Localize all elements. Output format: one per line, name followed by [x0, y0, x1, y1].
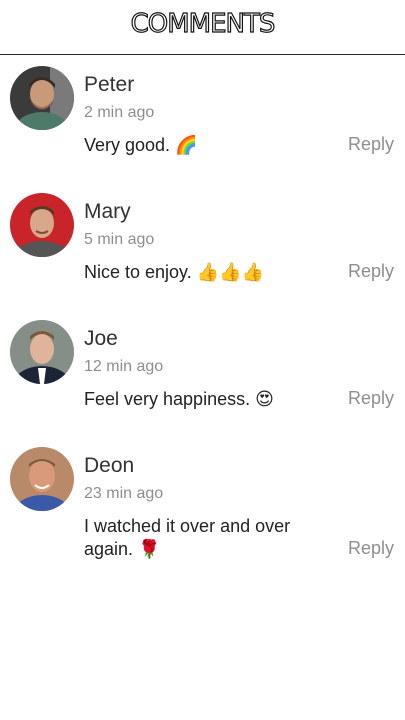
comment-text-content: Feel very happiness.	[84, 389, 251, 409]
comment-text: Feel very happiness. 😍	[84, 388, 324, 411]
comment-time: 12 min ago	[84, 358, 164, 375]
thumbs-up-emoji: 👍👍👍	[196, 262, 264, 283]
comment-time: 23 min ago	[84, 485, 164, 502]
reply-button[interactable]: Reply	[348, 134, 394, 155]
comment-text-content: Very good.	[84, 135, 171, 155]
avatar[interactable]	[10, 66, 74, 130]
reply-button[interactable]: Reply	[348, 538, 394, 559]
header-bar: COMMENTS	[0, 0, 405, 55]
comment-author: Peter	[84, 73, 135, 96]
heart-eyes-emoji: 😍	[255, 389, 274, 410]
comment-time: 5 min ago	[84, 231, 155, 248]
rainbow-emoji: 🌈	[175, 135, 198, 156]
rose-emoji: 🌹	[138, 539, 161, 560]
reply-button[interactable]: Reply	[348, 388, 394, 409]
comment-text: Very good. 🌈	[84, 134, 324, 157]
reply-button[interactable]: Reply	[348, 261, 394, 282]
comment-text-content: Nice to enjoy.	[84, 262, 192, 282]
comment-author: Deon	[84, 454, 135, 477]
comment-author: Mary	[84, 200, 131, 223]
comment-text: I watched it over and over again. 🌹	[84, 515, 324, 561]
page-title: COMMENTS	[130, 8, 276, 39]
avatar[interactable]	[10, 447, 74, 511]
comment-text-content: I watched it over and over again.	[84, 516, 291, 559]
comment-text: Nice to enjoy. 👍👍👍	[84, 261, 324, 284]
avatar[interactable]	[10, 193, 74, 257]
comment-time: 2 min ago	[84, 104, 155, 121]
avatar[interactable]	[10, 320, 74, 384]
comment-author: Joe	[84, 327, 118, 350]
